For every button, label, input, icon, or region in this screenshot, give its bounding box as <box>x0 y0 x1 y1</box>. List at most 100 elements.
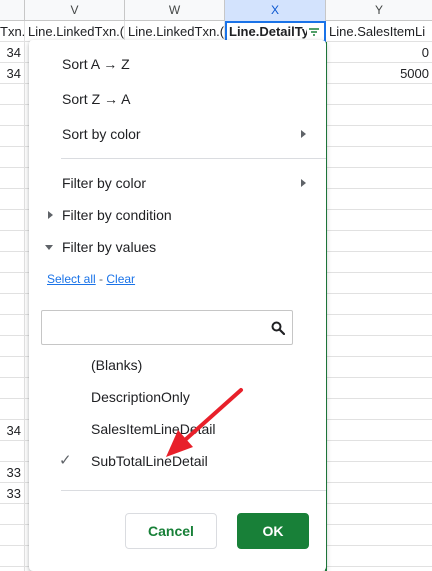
table-cell[interactable] <box>0 84 25 105</box>
table-cell[interactable] <box>326 273 432 294</box>
table-cell[interactable]: 34 <box>0 63 25 84</box>
table-cell[interactable] <box>326 441 432 462</box>
table-cell[interactable]: 33 <box>0 483 25 504</box>
table-cell[interactable] <box>0 168 25 189</box>
submenu-arrow-icon <box>301 130 306 138</box>
cancel-button[interactable]: Cancel <box>125 513 217 549</box>
column-letter-x[interactable]: X <box>225 0 326 21</box>
table-cell[interactable]: 33 <box>0 462 25 483</box>
table-cell[interactable] <box>0 273 25 294</box>
checkmark-icon: ✓ <box>59 452 72 469</box>
menu-item-filter-by-values-label: Filter by values <box>62 239 157 255</box>
link-separator: - <box>95 272 107 286</box>
values-search-box <box>41 310 293 345</box>
header-cell-x-label: Line.DetailTy <box>229 24 309 39</box>
table-cell[interactable] <box>326 189 432 210</box>
menu-item-filter-by-values[interactable]: Filter by values <box>29 232 326 262</box>
table-cell[interactable] <box>326 147 432 168</box>
values-search-input[interactable] <box>46 315 266 340</box>
menu-divider <box>61 490 326 491</box>
value-item-sub-total-line-detail[interactable]: ✓ SubTotalLineDetail <box>29 446 326 476</box>
table-cell[interactable] <box>326 462 432 483</box>
header-cell-w[interactable]: Line.LinkedTxn.( <box>125 21 225 42</box>
menu-item-filter-by-condition[interactable]: Filter by condition <box>29 200 326 230</box>
table-cell[interactable] <box>0 147 25 168</box>
table-cell[interactable] <box>326 546 432 567</box>
filter-icon[interactable] <box>307 25 321 39</box>
table-cell[interactable] <box>326 105 432 126</box>
header-row: Txn.( Line.LinkedTxn.( Line.LinkedTxn.( … <box>0 21 432 42</box>
table-cell[interactable] <box>326 504 432 525</box>
table-cell[interactable] <box>326 231 432 252</box>
table-cell[interactable] <box>0 126 25 147</box>
value-item-sales-item-line-detail-label: SalesItemLineDetail <box>91 421 216 437</box>
table-cell[interactable] <box>326 483 432 504</box>
table-cell[interactable]: 0 <box>326 42 432 63</box>
menu-item-sort-by-color-label: Sort by color <box>62 126 141 142</box>
table-cell[interactable] <box>0 504 25 525</box>
header-cell-y[interactable]: Line.SalesItemLi <box>326 21 432 42</box>
table-cell[interactable] <box>326 294 432 315</box>
table-cell[interactable] <box>0 399 25 420</box>
table-cell[interactable] <box>0 231 25 252</box>
table-cell[interactable] <box>0 189 25 210</box>
menu-item-sort-by-color[interactable]: Sort by color <box>29 119 326 149</box>
table-cell[interactable] <box>0 357 25 378</box>
table-cell[interactable] <box>326 168 432 189</box>
select-all-link[interactable]: Select all <box>47 272 96 286</box>
expand-right-icon <box>48 211 53 219</box>
value-item-blanks-label: (Blanks) <box>91 357 143 373</box>
table-cell[interactable] <box>326 357 432 378</box>
table-cell[interactable] <box>0 546 25 567</box>
table-cell[interactable] <box>0 378 25 399</box>
table-cell[interactable] <box>0 525 25 546</box>
table-cell[interactable] <box>0 336 25 357</box>
menu-item-filter-by-color-label: Filter by color <box>62 175 147 191</box>
column-letter-v[interactable]: V <box>25 0 125 21</box>
column-letters: V W X Y <box>0 0 432 21</box>
table-cell[interactable] <box>326 378 432 399</box>
table-cell[interactable] <box>326 126 432 147</box>
search-icon <box>271 321 285 335</box>
header-cell-v[interactable]: Line.LinkedTxn.( <box>25 21 125 42</box>
submenu-arrow-icon <box>301 179 306 187</box>
clear-link[interactable]: Clear <box>106 272 135 286</box>
menu-item-filter-by-color[interactable]: Filter by color <box>29 168 326 198</box>
header-cell-x-active[interactable]: Line.DetailTy <box>225 21 326 42</box>
header-cell-u[interactable]: Txn.( <box>0 21 25 42</box>
table-cell[interactable] <box>0 567 25 571</box>
value-item-description-only[interactable]: DescriptionOnly <box>29 382 326 412</box>
table-cell[interactable] <box>326 252 432 273</box>
select-links: Select all - Clear <box>47 272 135 286</box>
menu-divider <box>61 158 326 159</box>
column-letter-y[interactable]: Y <box>326 0 432 21</box>
table-cell[interactable] <box>326 210 432 231</box>
ok-button[interactable]: OK <box>237 513 309 549</box>
table-cell[interactable]: 34 <box>0 42 25 63</box>
table-cell[interactable] <box>326 525 432 546</box>
table-cell[interactable] <box>326 84 432 105</box>
table-cell[interactable] <box>0 294 25 315</box>
column-letter-u[interactable] <box>0 0 25 21</box>
table-cell[interactable] <box>326 420 432 441</box>
value-item-sales-item-line-detail[interactable]: SalesItemLineDetail <box>29 414 326 444</box>
table-cell[interactable] <box>0 252 25 273</box>
table-cell[interactable]: 5000 <box>326 63 432 84</box>
table-cell[interactable]: 34 <box>0 420 25 441</box>
value-item-blanks[interactable]: (Blanks) <box>29 350 326 380</box>
table-cell[interactable] <box>326 399 432 420</box>
menu-item-sort-z-a[interactable]: Sort Z → A <box>29 84 326 114</box>
table-cell[interactable] <box>0 441 25 462</box>
menu-item-sort-a-z[interactable]: Sort A → Z <box>29 49 326 79</box>
table-cell[interactable] <box>326 567 432 571</box>
menu-item-filter-by-condition-label: Filter by condition <box>62 207 172 223</box>
table-cell[interactable] <box>0 210 25 231</box>
table-cell[interactable] <box>0 105 25 126</box>
menu-item-sort-z-a-label: Sort Z → A <box>62 91 131 107</box>
collapse-down-icon <box>45 245 53 250</box>
table-cell[interactable] <box>0 315 25 336</box>
table-cell[interactable] <box>326 336 432 357</box>
column-letter-w[interactable]: W <box>125 0 225 21</box>
table-cell[interactable] <box>326 315 432 336</box>
value-item-description-only-label: DescriptionOnly <box>91 389 190 405</box>
